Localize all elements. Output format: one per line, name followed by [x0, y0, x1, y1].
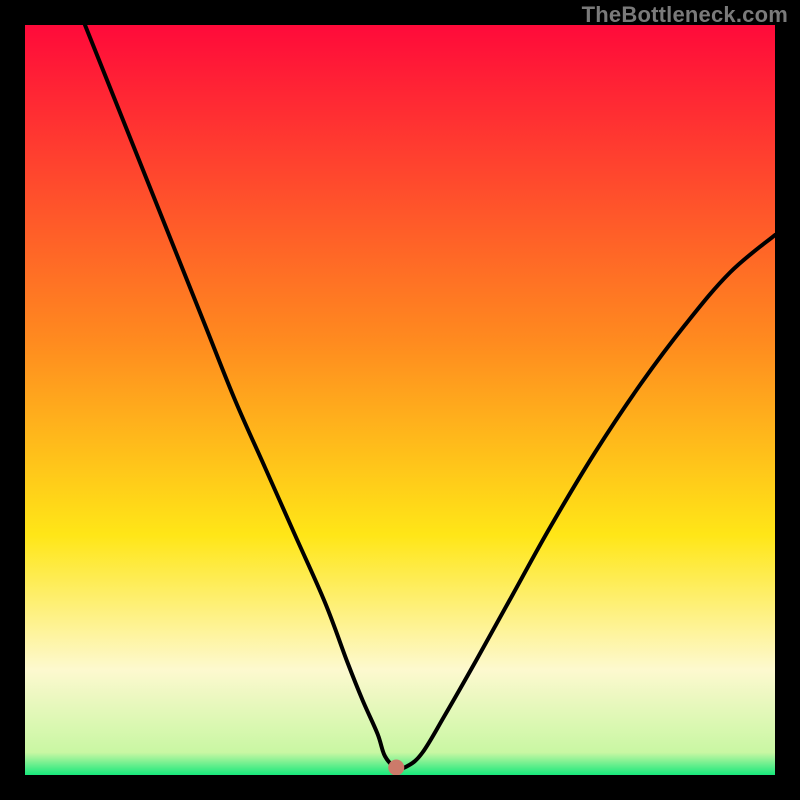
chart-svg — [25, 25, 775, 775]
chart-frame: TheBottleneck.com — [0, 0, 800, 800]
optimal-point-marker — [388, 760, 404, 776]
plot-area — [25, 25, 775, 775]
gradient-background — [25, 25, 775, 775]
